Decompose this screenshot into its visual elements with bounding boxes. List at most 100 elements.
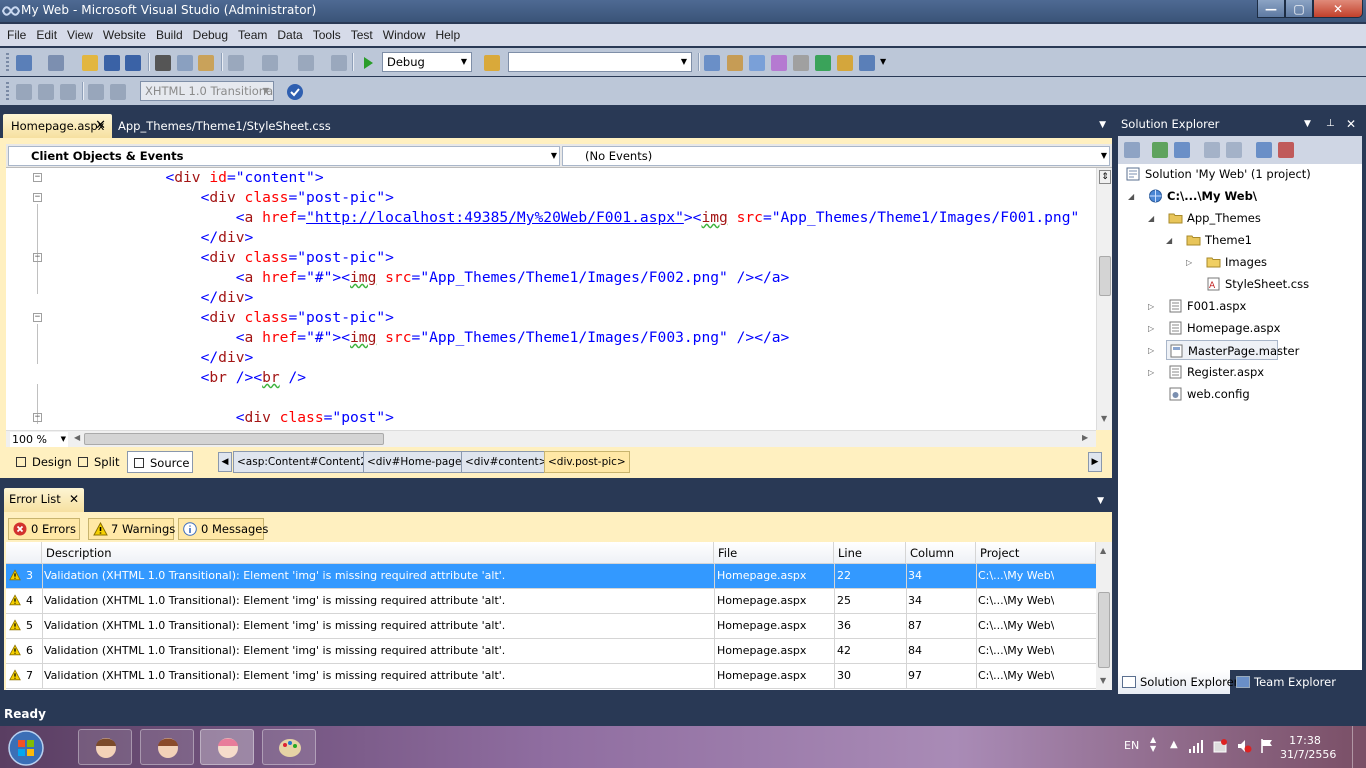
chevron-down-icon[interactable]: ▼: [880, 57, 886, 66]
close-window-button[interactable]: ✕: [1313, 0, 1363, 18]
system-clock[interactable]: 17:38 31/7/2556: [1280, 734, 1336, 762]
class-view-icon[interactable]: [837, 55, 853, 71]
column-header-project[interactable]: Project: [976, 542, 1096, 564]
menu-help[interactable]: Help: [430, 25, 465, 45]
expand-icon[interactable]: ▷: [1186, 258, 1192, 267]
collapse-icon[interactable]: ◢: [1166, 236, 1172, 245]
add-item-icon[interactable]: [48, 55, 64, 71]
show-hidden-icons-icon[interactable]: ▲: [1170, 739, 1178, 750]
breadcrumb-left-icon[interactable]: ◀: [218, 452, 232, 472]
view-code-icon[interactable]: [1204, 142, 1220, 158]
breadcrumb-content[interactable]: <div#content>: [461, 451, 552, 473]
menu-build[interactable]: Build: [151, 25, 188, 45]
column-header-icon[interactable]: [6, 542, 42, 564]
fold-toggle-icon[interactable]: −: [33, 413, 42, 422]
expand-icon[interactable]: ▷: [1148, 346, 1154, 355]
horizontal-scroll-thumb[interactable]: [84, 433, 384, 445]
menu-debug[interactable]: Debug: [188, 25, 233, 45]
volume-muted-icon[interactable]: [1236, 738, 1252, 754]
scroll-left-icon[interactable]: ◀: [74, 433, 80, 442]
table-row[interactable]: 6 Validation (XHTML 1.0 Transitional): El…: [6, 639, 1096, 664]
show-all-files-icon[interactable]: [1174, 142, 1190, 158]
cut-icon[interactable]: [155, 55, 171, 71]
column-header-line[interactable]: Line: [834, 542, 906, 564]
uncomment-icon[interactable]: [110, 84, 126, 100]
start-page-icon[interactable]: [815, 55, 831, 71]
scroll-down-icon[interactable]: ▼: [1101, 414, 1107, 423]
table-row[interactable]: 4 Validation (XHTML 1.0 Transitional): El…: [6, 589, 1096, 614]
menu-edit[interactable]: Edit: [31, 25, 62, 45]
pin-icon[interactable]: ⊥: [1326, 112, 1335, 136]
editor-vertical-scrollbar[interactable]: ⇕ ▼: [1096, 168, 1112, 430]
properties-icon[interactable]: [727, 55, 743, 71]
tab-stylesheet-css[interactable]: App_Themes/Theme1/StyleSheet.css: [110, 114, 339, 138]
navigate-forward-icon[interactable]: [331, 55, 347, 71]
paste-icon[interactable]: [198, 55, 214, 71]
show-desktop-button[interactable]: [1352, 726, 1366, 768]
find-in-files-icon[interactable]: [484, 55, 500, 71]
messages-filter-button[interactable]: 0 Messages: [178, 518, 268, 540]
tab-error-list[interactable]: Error List ✕: [4, 488, 84, 512]
menu-website[interactable]: Website: [98, 25, 151, 45]
split-view-button[interactable]: Split: [72, 451, 122, 473]
check-accessibility-icon[interactable]: [286, 83, 304, 101]
menu-data[interactable]: Data: [272, 25, 307, 45]
events-combo[interactable]: (No Events) ▼: [562, 146, 1110, 166]
validation-schema-combo[interactable]: XHTML 1.0 Transitional ▼: [140, 81, 274, 101]
redo-icon[interactable]: [262, 55, 278, 71]
copy-icon[interactable]: [177, 55, 193, 71]
refresh-icon[interactable]: [1152, 142, 1168, 158]
expand-icon[interactable]: ▷: [1148, 324, 1154, 333]
collapse-icon[interactable]: ◢: [1148, 214, 1154, 223]
scroll-thumb[interactable]: [1099, 256, 1111, 296]
start-button-icon[interactable]: [6, 728, 46, 768]
save-all-icon[interactable]: [125, 55, 141, 71]
menu-file[interactable]: File: [2, 25, 31, 45]
table-row[interactable]: 3 Validation (XHTML 1.0 Transitional): El…: [6, 564, 1096, 589]
action-center-flag-icon[interactable]: [1260, 738, 1274, 754]
close-icon[interactable]: ✕: [1346, 112, 1356, 136]
tools-icon[interactable]: [793, 55, 809, 71]
properties-icon[interactable]: [1124, 142, 1140, 158]
start-debugging-icon[interactable]: [360, 55, 376, 71]
chevron-down-icon[interactable]: ▼: [1099, 120, 1106, 130]
taskbar-app-2[interactable]: [140, 729, 194, 765]
taskbar-app-1[interactable]: [78, 729, 132, 765]
save-icon[interactable]: [104, 55, 120, 71]
close-tab-icon[interactable]: ✕: [69, 488, 79, 510]
indent-icon[interactable]: [60, 84, 76, 100]
network-icon[interactable]: [1188, 738, 1204, 754]
tab-homepage-aspx[interactable]: Homepage.aspx ✕: [3, 114, 112, 138]
nest-related-icon[interactable]: [1256, 142, 1272, 158]
breadcrumb-home-page[interactable]: <div#Home-page>: [363, 451, 475, 473]
comment-icon[interactable]: [88, 84, 104, 100]
expand-icon[interactable]: ▷: [1148, 302, 1154, 311]
outdent-icon[interactable]: [38, 84, 54, 100]
design-view-button[interactable]: Design: [10, 451, 72, 473]
column-header-column[interactable]: Column: [906, 542, 976, 564]
breadcrumb-content2[interactable]: <asp:Content#Content2>: [233, 451, 380, 473]
command-window-icon[interactable]: [859, 55, 875, 71]
maximize-button[interactable]: ▢: [1285, 0, 1313, 18]
table-row[interactable]: 5 Validation (XHTML 1.0 Transitional): El…: [6, 614, 1096, 639]
breadcrumb-right-icon[interactable]: ▶: [1088, 452, 1102, 472]
tab-team-explorer[interactable]: Team Explorer: [1232, 670, 1352, 694]
format-icon[interactable]: [16, 84, 32, 100]
undo-icon[interactable]: [228, 55, 244, 71]
chevron-down-icon[interactable]: ▼: [1304, 112, 1311, 136]
solution-explorer-icon[interactable]: [704, 55, 720, 71]
menu-team[interactable]: Team: [233, 25, 272, 45]
menu-tools[interactable]: Tools: [308, 25, 346, 45]
scroll-right-icon[interactable]: ▶: [1082, 433, 1088, 442]
toolbar-grip[interactable]: [6, 82, 9, 100]
menu-window[interactable]: Window: [378, 25, 431, 45]
breadcrumb-post-pic[interactable]: <div.post-pic>: [544, 451, 630, 473]
asp-config-icon[interactable]: [1278, 142, 1294, 158]
toolbox-icon[interactable]: [771, 55, 787, 71]
device-icon[interactable]: [1212, 738, 1228, 754]
scroll-down-icon[interactable]: ▼: [1100, 676, 1106, 685]
code-editor[interactable]: − <div id="content"> − <div class="post-p…: [6, 168, 1096, 430]
navigate-back-icon[interactable]: [298, 55, 314, 71]
taskbar-paint[interactable]: [262, 729, 316, 765]
column-header-file[interactable]: File: [714, 542, 834, 564]
